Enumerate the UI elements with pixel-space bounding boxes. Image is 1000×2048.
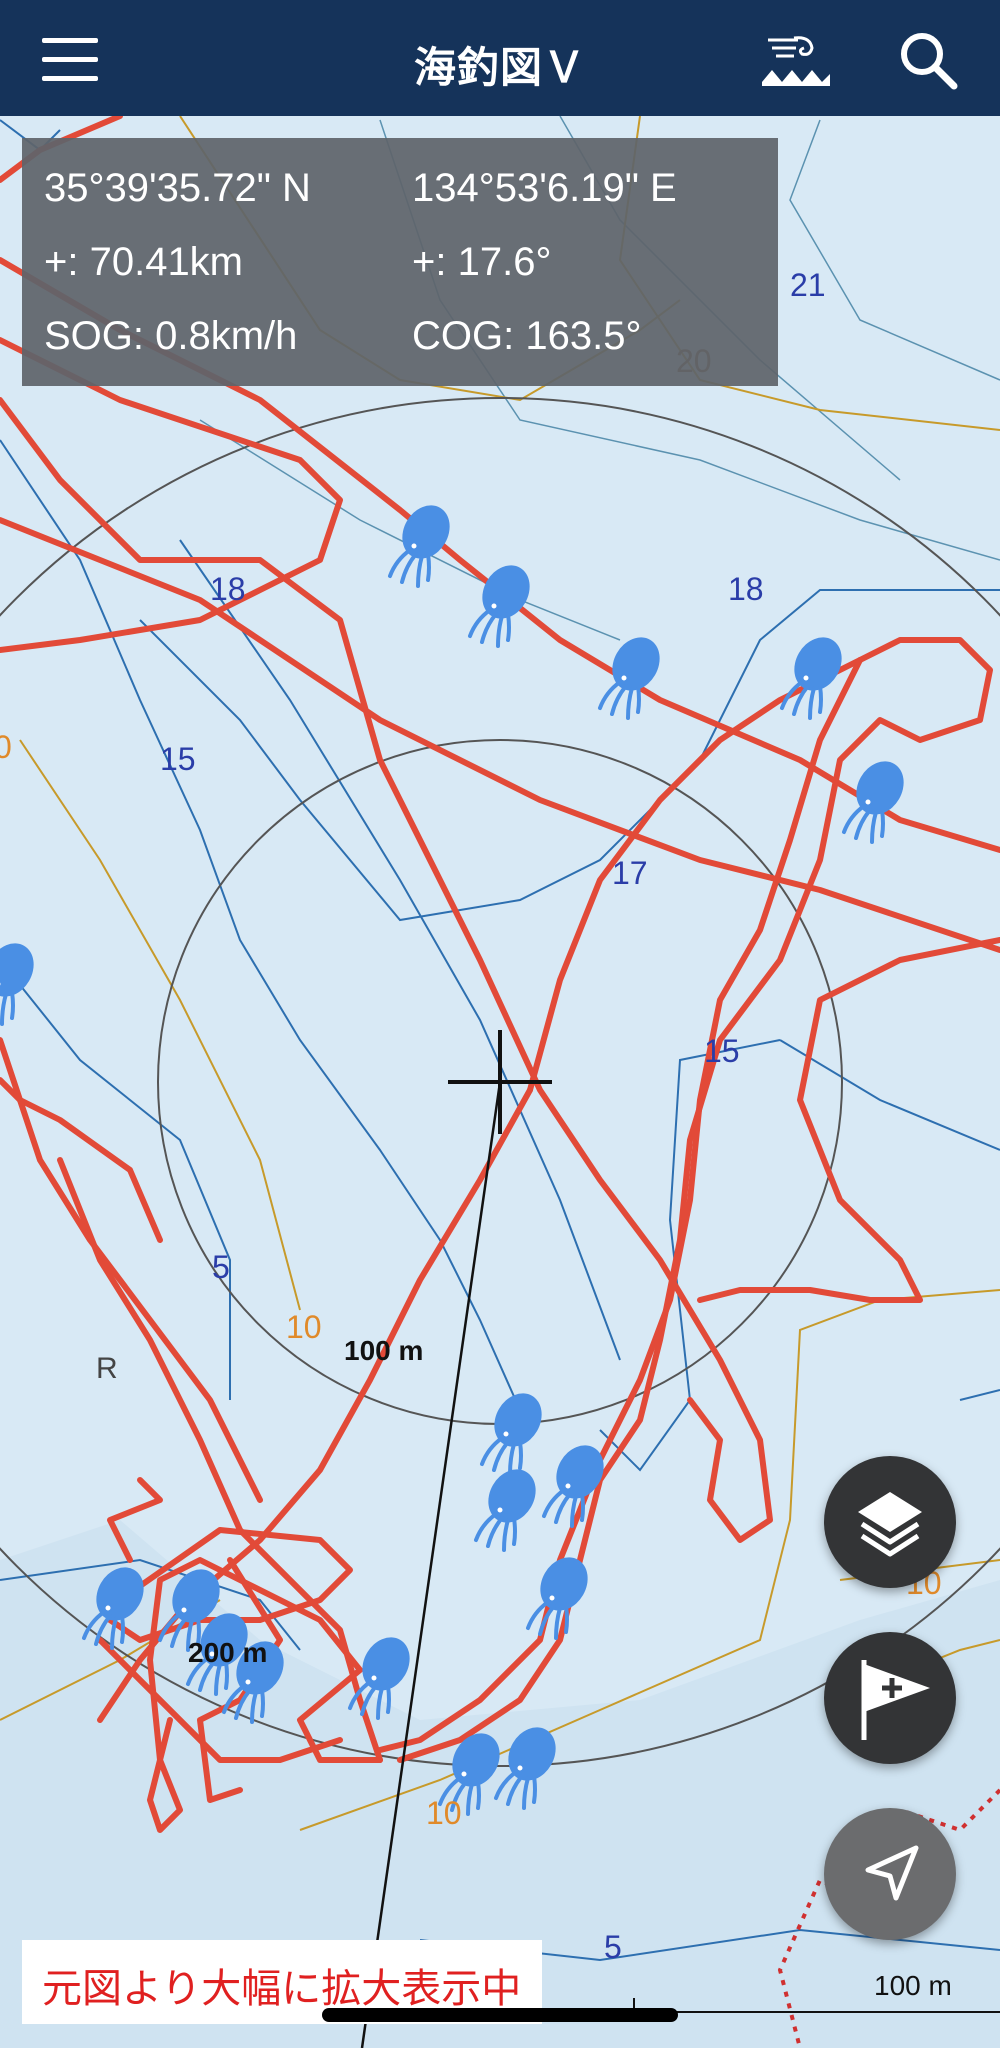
locate-button[interactable] xyxy=(824,1808,956,1940)
seabed-label: R xyxy=(96,1352,118,1385)
depth-label: 10 xyxy=(426,1795,462,1831)
flag-plus-icon xyxy=(861,1660,930,1740)
home-indicator[interactable] xyxy=(322,2008,678,2022)
scale-bar-label: 100 m xyxy=(874,1970,952,2001)
layers-button[interactable] xyxy=(824,1456,956,1588)
cog-value: COG: 163.5° xyxy=(412,314,642,358)
navigation-arrow-icon xyxy=(865,1845,919,1901)
sog-value: SOG: 0.8km/h xyxy=(44,314,298,358)
depth-label: 10 xyxy=(286,1309,322,1345)
add-flag-button[interactable] xyxy=(824,1632,956,1764)
depth-label: 5 xyxy=(604,1929,622,1965)
tide-button[interactable] xyxy=(758,22,834,98)
depth-label: 15 xyxy=(704,1033,740,1069)
depth-label: 21 xyxy=(790,267,826,303)
app-title: 海釣図Ｖ xyxy=(413,44,586,91)
ring-label-outer: 200 m xyxy=(188,1637,267,1668)
tide-wave-icon xyxy=(762,36,830,86)
ring-label-inner: 100 m xyxy=(344,1335,423,1366)
depth-label: 15 xyxy=(160,741,196,777)
depth-label: 17 xyxy=(612,855,648,891)
depth-label: 18 xyxy=(210,571,246,607)
zoom-notice-text: 元図より大幅に拡大表示中 xyxy=(42,1966,522,2011)
latitude-value: 35°39'35.72" N xyxy=(44,166,311,210)
longitude-value: 134°53'6.19" E xyxy=(412,166,677,210)
layers-icon xyxy=(858,1492,922,1557)
position-info-panel: 35°39'35.72" N 134°53'6.19" E +: 70.41km… xyxy=(22,138,778,386)
distance-value: +: 70.41km xyxy=(44,240,244,284)
bearing-value: +: 17.6° xyxy=(412,240,552,284)
app-header: 海釣図Ｖ xyxy=(0,0,1000,116)
depth-label: 5 xyxy=(212,1249,230,1285)
search-button[interactable] xyxy=(890,22,966,98)
depth-label: 0 xyxy=(0,729,12,765)
search-icon xyxy=(901,33,958,90)
depth-label: 18 xyxy=(728,571,764,607)
